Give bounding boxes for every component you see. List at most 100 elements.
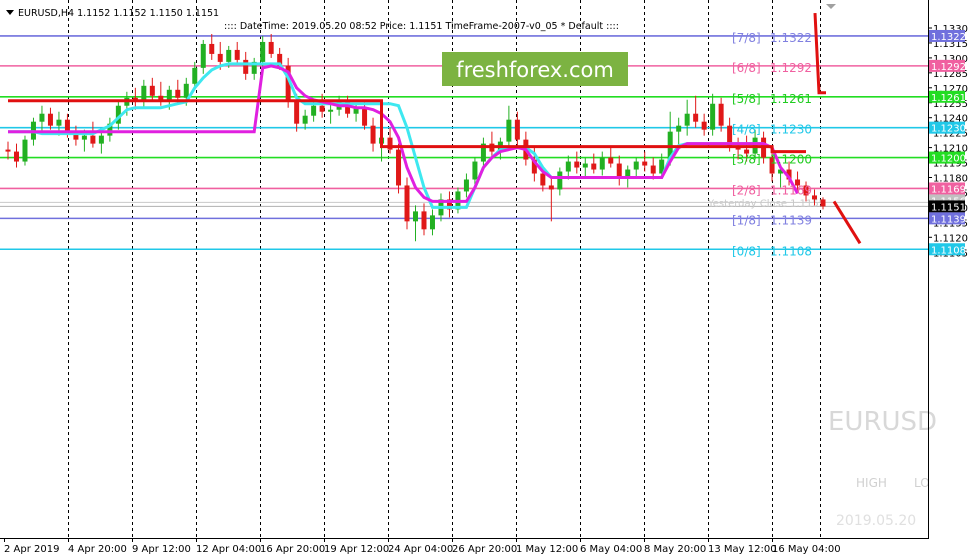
- x-tick-label: 4 Apr 20:00: [68, 544, 127, 555]
- symbol-info: EURUSD,H4 1.1152 1.1152 1.1150 1.1151: [18, 8, 219, 19]
- candle-body: [175, 89, 181, 98]
- price-tag-label: 1.1200: [931, 154, 966, 165]
- x-tick-label: 12 Apr 04:00: [196, 544, 261, 555]
- candle-body: [370, 125, 376, 144]
- murrey-level-label: [7/8]: [732, 31, 761, 45]
- candle-body: [319, 105, 325, 112]
- candle-body: [268, 41, 274, 54]
- candle-body: [362, 107, 368, 126]
- candle-body: [701, 121, 707, 130]
- candle-body: [90, 135, 96, 144]
- candle-body: [718, 103, 724, 126]
- price-chart[interactable]: Yesterday Close 1.1155 EURUSD HIGH LO 20…: [0, 0, 970, 560]
- price-tag-label: 1.1230: [931, 124, 966, 135]
- candle-body: [472, 161, 478, 180]
- ghost-symbol-label: EURUSD: [828, 407, 937, 437]
- price-tag-label: 1.1151: [931, 202, 966, 213]
- candle-body: [396, 149, 402, 186]
- candle-body: [548, 185, 554, 190]
- candle-body: [13, 151, 19, 162]
- murrey-level-label: [2/8]: [732, 183, 761, 197]
- murrey-level-label: [1/8]: [732, 213, 761, 227]
- ghost-high-label: HIGH: [856, 476, 887, 490]
- candle-body: [64, 119, 70, 132]
- murrey-level-value: 1.1200: [770, 153, 812, 167]
- x-tick-label: 24 Apr 04:00: [388, 544, 453, 555]
- murrey-level-value: 1.1230: [770, 123, 812, 137]
- candle-body: [5, 149, 11, 152]
- candle-body: [166, 89, 172, 100]
- candle-body: [506, 119, 512, 142]
- candle-body: [591, 163, 597, 170]
- x-tick-label: 16 May 04:00: [772, 544, 841, 555]
- candle-body: [200, 43, 206, 68]
- price-tag-label: 1.1292: [931, 62, 966, 73]
- candle-body: [260, 41, 266, 62]
- candle-body: [234, 49, 240, 60]
- murrey-level-label: [5/8]: [732, 92, 761, 106]
- candle-body: [183, 83, 189, 98]
- candle-body: [693, 113, 699, 122]
- x-tick-label: 26 Apr 20:00: [452, 544, 517, 555]
- candle-body: [429, 215, 435, 230]
- candle-body: [676, 125, 682, 132]
- murrey-level-value: 1.1261: [770, 92, 812, 106]
- murrey-level-label: [6/8]: [732, 61, 761, 75]
- murrey-level-value: 1.1169: [770, 183, 812, 197]
- candle-body: [192, 67, 198, 84]
- candle-body: [812, 195, 818, 200]
- candle-body: [302, 115, 308, 124]
- murrey-level-label: [3/8]: [732, 153, 761, 167]
- murrey-level-label: [4/8]: [732, 123, 761, 137]
- candle-body: [820, 199, 826, 207]
- candle-body: [158, 95, 164, 100]
- y-tick-label: 1.1120: [933, 233, 968, 244]
- candle-body: [294, 101, 300, 124]
- x-tick-label: 13 May 12:00: [708, 544, 777, 555]
- candle-body: [39, 113, 45, 122]
- x-tick-label: 6 May 04:00: [580, 544, 642, 555]
- price-tag-label: 1.1261: [931, 93, 966, 104]
- candle-body: [328, 109, 334, 112]
- ghost-date-label: 2019.05.20: [836, 513, 916, 529]
- candle-body: [404, 185, 410, 222]
- candle-body: [217, 53, 223, 62]
- candle-body: [209, 43, 215, 54]
- candle-body: [463, 179, 469, 192]
- x-tick-label: 16 Apr 20:00: [260, 544, 325, 555]
- x-tick-label: 1 May 12:00: [516, 544, 578, 555]
- x-tick-label: 8 May 20:00: [644, 544, 706, 555]
- candle-body: [98, 135, 104, 144]
- candle-body: [574, 161, 580, 168]
- murrey-level-value: 1.1322: [770, 31, 812, 45]
- candle-body: [633, 161, 639, 170]
- watermark-text: freshforex.com: [456, 58, 614, 82]
- candle-body: [149, 85, 155, 96]
- indicator-info: :::: DateTime: 2019.05.20 08:52 Price: 1…: [224, 21, 619, 32]
- candle-body: [311, 105, 317, 116]
- price-tag-label: 1.1322: [931, 32, 966, 43]
- candle-body: [582, 163, 588, 168]
- candle-body: [514, 119, 520, 140]
- candle-body: [47, 113, 53, 126]
- candle-body: [22, 139, 28, 162]
- candle-body: [243, 59, 249, 74]
- ghost-low-label: LO: [914, 476, 930, 490]
- candle-body: [565, 161, 571, 172]
- candle-body: [650, 165, 656, 174]
- candle-body: [557, 171, 563, 190]
- candle-body: [226, 49, 232, 62]
- candle-body: [421, 211, 427, 230]
- price-tag-label: 1.1169: [931, 184, 966, 195]
- price-tag-label: 1.1108: [931, 245, 966, 256]
- candle-body: [540, 173, 546, 186]
- candle-body: [684, 113, 690, 126]
- x-tick-label: 2 Apr 2019: [4, 544, 59, 555]
- candle-body: [599, 157, 605, 170]
- candle-body: [81, 135, 87, 140]
- yesterday-close-label: Yesterday Close 1.1155: [707, 198, 825, 209]
- murrey-level-value: 1.1139: [770, 213, 812, 227]
- murrey-level-value: 1.1292: [770, 61, 812, 75]
- candle-body: [608, 157, 614, 164]
- candle-body: [642, 161, 648, 166]
